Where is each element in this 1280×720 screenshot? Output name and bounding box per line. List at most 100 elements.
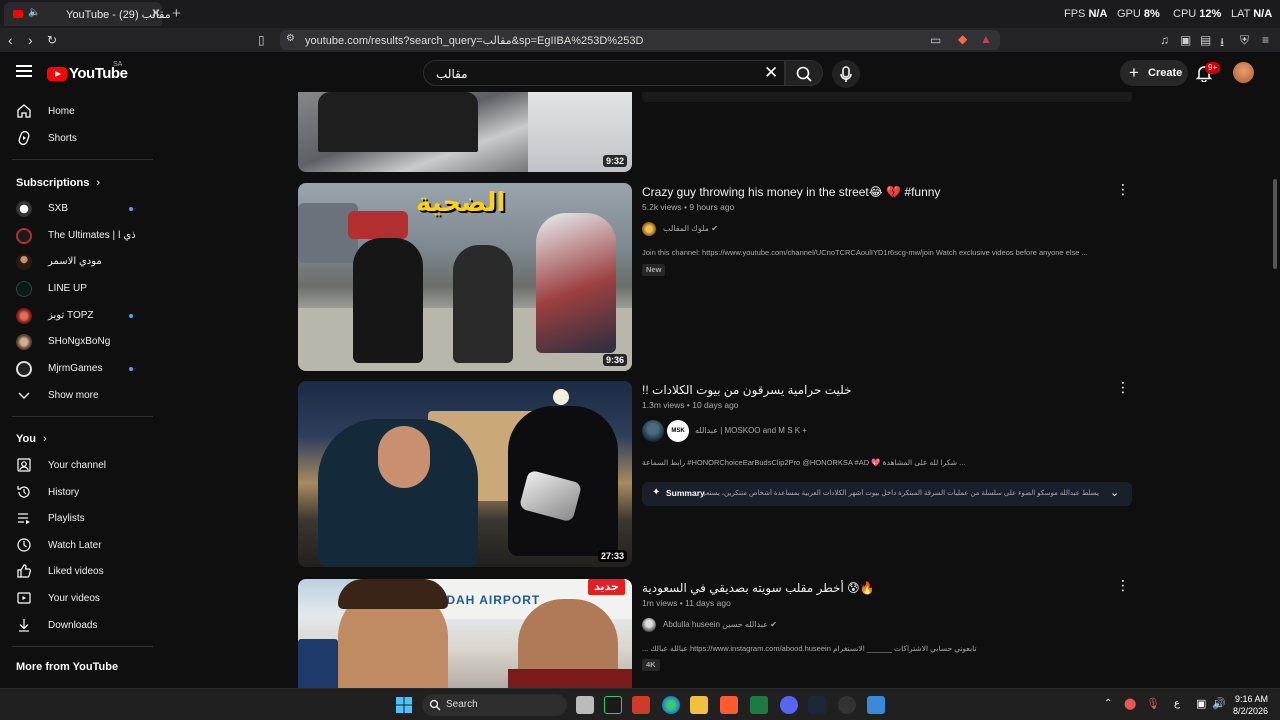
video-thumbnail[interactable]: JEDDAH AIRPORT جديد xyxy=(298,579,632,688)
country-code: SA xyxy=(113,61,123,68)
microphone-icon[interactable]: 🎙 xyxy=(1146,697,1160,710)
menu-icon[interactable]: ≡ xyxy=(1262,33,1269,47)
excel-icon[interactable] xyxy=(750,696,768,714)
sidebar-toggle-icon[interactable]: ▣ xyxy=(1180,33,1191,47)
wallet-icon[interactable]: ▤ xyxy=(1200,33,1211,47)
sidebar-subscription[interactable]: LINE UP xyxy=(0,276,152,302)
video-thumbnail[interactable]: 27:33 xyxy=(298,381,632,567)
browser-tab[interactable]: 🔈 YouTube - مقالب (29) ✕ xyxy=(4,2,171,26)
forward-icon[interactable]: › xyxy=(28,32,33,48)
sidebar-item-liked-videos[interactable]: Liked videos xyxy=(0,559,152,585)
steam-icon[interactable] xyxy=(808,696,826,714)
voice-search-button[interactable] xyxy=(832,60,860,88)
sidebar-item-label: Watch Later xyxy=(48,540,102,551)
subscription-label: LINE UP xyxy=(48,283,87,294)
hamburger-menu-icon[interactable] xyxy=(16,65,32,77)
sidebar-divider xyxy=(12,416,153,417)
sidebar-item-playlists[interactable]: Playlists xyxy=(0,506,152,532)
sidebar-subscription[interactable]: SHoNgxBoNg xyxy=(0,329,152,355)
tray-app-icon[interactable]: ⬤ xyxy=(1124,697,1136,710)
channel-avatar xyxy=(16,361,32,377)
taskbar-search[interactable]: Search xyxy=(422,694,567,716)
tray-chevron-icon[interactable]: ⌃ xyxy=(1104,698,1112,709)
verified-icon: ✔ xyxy=(711,224,718,233)
sidebar-item-watch-later[interactable]: Watch Later xyxy=(0,533,152,559)
photos-icon[interactable] xyxy=(867,696,885,714)
sidebar-subscription[interactable]: توبز TOPZ xyxy=(0,303,152,329)
video-title[interactable]: !! خليت حرامية يسرقون من بيوت الكلادات xyxy=(642,383,852,397)
edge-browser-icon[interactable] xyxy=(662,696,680,714)
sidebar-item-shorts[interactable]: Shorts xyxy=(0,126,152,152)
download-icon[interactable]: ⭳ xyxy=(1220,33,1224,54)
reload-icon[interactable]: ↻ xyxy=(47,33,57,47)
sidebar-subscription[interactable]: SXB xyxy=(0,196,152,222)
close-tab-icon[interactable]: ✕ xyxy=(151,6,161,20)
nvidia-app-icon[interactable] xyxy=(604,696,622,714)
thumbnail-hair xyxy=(338,579,448,609)
downloads-icon xyxy=(19,619,29,632)
brave-shield-icon[interactable]: ◆ xyxy=(958,32,967,46)
sidebar-subscription[interactable]: MjrmGames xyxy=(0,356,152,382)
back-icon[interactable]: ‹ xyxy=(8,32,13,48)
you-heading[interactable]: You › xyxy=(16,433,47,445)
windows-start-icon[interactable] xyxy=(395,696,413,714)
channel-avatar xyxy=(16,254,32,270)
search-button[interactable] xyxy=(785,60,823,86)
video-title[interactable]: أخطر مقلب سويته بصديقي في السعودية 😰🔥 xyxy=(642,581,875,595)
create-button[interactable]: + Create xyxy=(1120,60,1188,86)
chevron-down-icon[interactable]: ⌄ xyxy=(1110,486,1119,499)
media-icon[interactable]: ♫ xyxy=(1160,33,1169,47)
new-content-dot xyxy=(129,207,133,211)
volume-icon[interactable]: 🔊 xyxy=(1212,697,1226,710)
video-title[interactable]: Crazy guy throwing his money in the stre… xyxy=(642,185,940,199)
search-icon xyxy=(429,699,441,711)
youtube-header: YouTube SA مقالب ✕ + Create 9+ xyxy=(0,52,1270,92)
sidebar-item-label: Your videos xyxy=(48,593,100,604)
search-icon xyxy=(796,66,812,82)
show-more-button[interactable]: Show more xyxy=(0,383,152,409)
search-input[interactable]: مقالب ✕ xyxy=(423,60,785,86)
liked-icon xyxy=(17,564,32,578)
your-videos-icon xyxy=(17,592,31,604)
file-explorer-icon[interactable] xyxy=(690,696,708,714)
scrollbar-thumb[interactable] xyxy=(1273,179,1277,269)
sidebar-subscription[interactable]: مودي الاسمر xyxy=(0,249,152,275)
network-icon[interactable]: ▣ xyxy=(1196,697,1206,710)
new-tab-button[interactable]: + xyxy=(172,5,181,22)
more-options-icon[interactable]: ⋮ xyxy=(1116,181,1130,198)
speaker-icon[interactable]: 🔈 xyxy=(28,7,40,18)
discord-icon[interactable] xyxy=(780,696,798,714)
subscription-label: SXB xyxy=(48,203,69,214)
language-indicator[interactable]: ع xyxy=(1174,698,1180,709)
more-options-icon[interactable]: ⋮ xyxy=(1116,379,1130,396)
cast-icon[interactable]: ▭ xyxy=(930,33,941,47)
site-info-icon[interactable]: ⚙ xyxy=(286,33,295,44)
summary-label: Summary xyxy=(666,488,705,498)
brave-browser-icon[interactable] xyxy=(720,696,738,714)
sidebar-subscription[interactable]: The Ultimates | ذي ا xyxy=(0,223,152,249)
more-options-icon[interactable]: ⋮ xyxy=(1116,577,1130,594)
app-icon[interactable] xyxy=(838,696,856,714)
bookmark-icon[interactable]: ▯ xyxy=(258,33,265,47)
video-thumbnail[interactable]: الضحية 9:36 xyxy=(298,183,632,371)
sidebar-item-your-videos[interactable]: Your videos xyxy=(0,586,152,612)
sidebar-item-your-channel[interactable]: Your channel xyxy=(0,453,152,479)
page-scrollbar[interactable] xyxy=(1270,52,1280,688)
browser-tab-bar: 🔈 YouTube - مقالب (29) ✕ + FPS N/A GPU 8… xyxy=(0,0,1280,28)
ai-summary[interactable]: ✦ Summary يسلط عبدالله موسكو الضوء على س… xyxy=(642,482,1132,506)
sidebar-item-downloads[interactable]: Downloads xyxy=(0,613,152,639)
url-field[interactable]: ⚙ youtube.com/results?search_query=مقالب… xyxy=(280,30,1000,50)
app-icon[interactable] xyxy=(632,696,650,714)
channel-name: عبدالله | MOSKOO and M S K + xyxy=(695,426,807,435)
clock[interactable]: 9:16 AM 8/2/2026 xyxy=(1228,693,1268,717)
sidebar-item-home[interactable]: Home xyxy=(0,99,152,125)
task-view-icon[interactable] xyxy=(576,696,594,714)
new-content-dot xyxy=(129,314,133,318)
subscriptions-heading[interactable]: Subscriptions › xyxy=(16,177,100,189)
sidebar-item-history[interactable]: History xyxy=(0,480,152,506)
vpn-icon[interactable]: ⛨ xyxy=(1240,33,1249,48)
video-thumbnail[interactable]: 9:32 xyxy=(298,92,632,172)
rewards-icon[interactable]: ▲ xyxy=(980,32,992,46)
clear-search-icon[interactable]: ✕ xyxy=(764,63,778,83)
account-avatar[interactable] xyxy=(1233,62,1254,83)
